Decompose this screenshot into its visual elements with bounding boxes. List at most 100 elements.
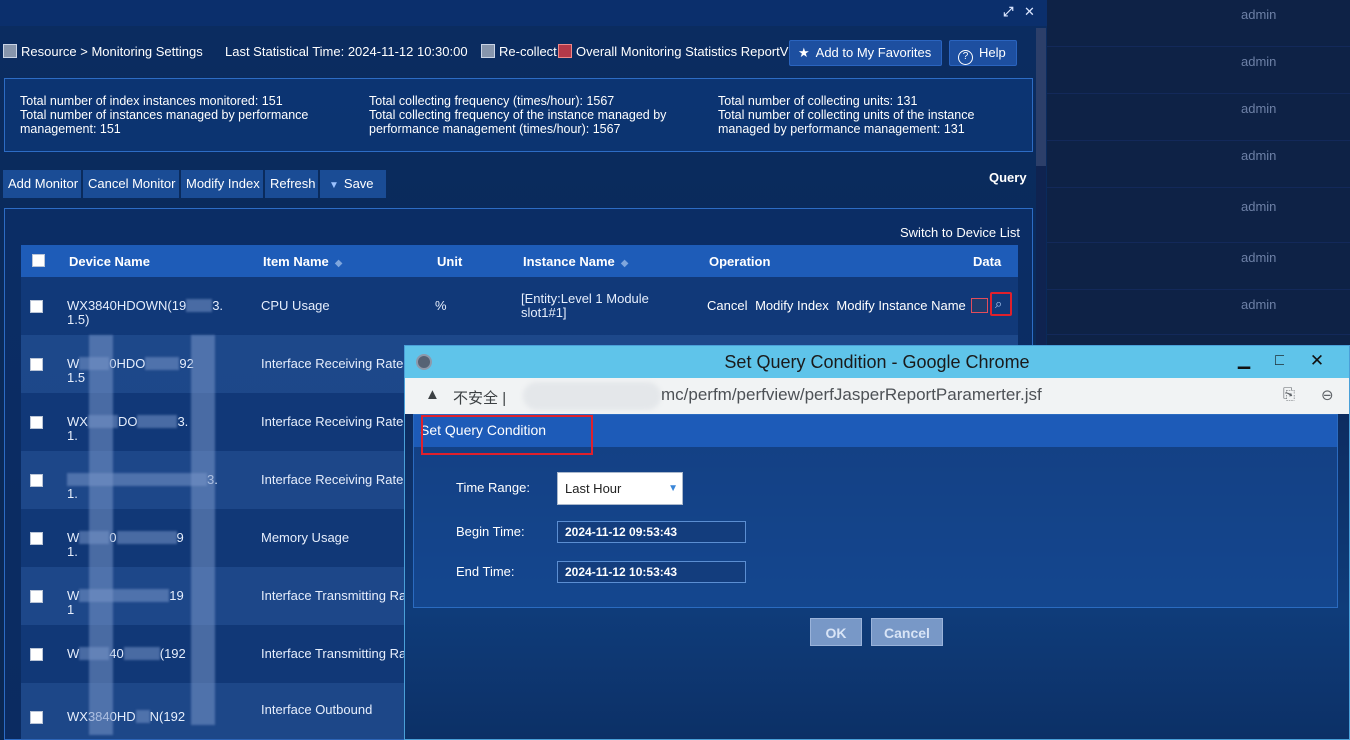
stats-column-2: Total collecting frequency (times/hour):…	[369, 94, 669, 136]
add-monitor-button[interactable]: Add Monitor	[3, 170, 81, 198]
end-time-label: End Time:	[456, 564, 515, 579]
device-name-part: WX	[67, 414, 88, 429]
cancel-link[interactable]: Cancel	[707, 298, 747, 313]
item-name: Interface Transmitting Rat	[261, 588, 410, 603]
header-unit: Unit	[437, 254, 463, 269]
modify-index-button[interactable]: Modify Index	[181, 170, 263, 198]
resource-icon	[3, 44, 17, 58]
ok-button[interactable]: OK	[810, 618, 862, 646]
device-name-part: WX3840HDOWN(19	[67, 298, 187, 313]
device-name-part: W	[67, 356, 80, 371]
redacted-block	[89, 335, 113, 735]
help-button[interactable]: ? Help	[949, 40, 1017, 66]
address-url[interactable]: mc/perfm/perfview/perfJasperReportParame…	[661, 385, 1042, 405]
header-instance-name[interactable]: Instance Name ◆	[523, 254, 628, 269]
header-data: Data	[973, 254, 1002, 269]
cancel-button[interactable]: Cancel	[871, 618, 943, 646]
device-name-part: 1.	[67, 486, 78, 501]
query-button[interactable]: Query	[989, 170, 1027, 185]
highlight-box	[421, 415, 593, 455]
scrollbar-thumb[interactable]	[1036, 28, 1046, 166]
row-checkbox[interactable]	[30, 300, 43, 313]
redacted-block	[145, 357, 180, 370]
chart-icon[interactable]	[971, 298, 988, 313]
device-name-part: W	[67, 646, 80, 661]
sort-icon: ◆	[334, 258, 343, 269]
row-checkbox[interactable]	[30, 416, 43, 429]
popout-icon[interactable]: ⤢	[1003, 4, 1013, 20]
device-name: WX3840HDN(192	[67, 710, 185, 724]
row-checkbox[interactable]	[30, 590, 43, 603]
device-name-part: 3.	[177, 414, 189, 429]
close-icon[interactable]: ✕	[1284, 346, 1349, 378]
sort-icon: ◆	[620, 258, 629, 269]
report-button[interactable]: Overall Monitoring Statistics ReportV2	[558, 44, 796, 59]
device-name-part: W	[67, 588, 80, 603]
table-row: WX3840HDOWN(19 3. 1.5) CPU Usage % [Entity…	[21, 277, 1018, 335]
switch-device-list-link[interactable]: Switch to Device List	[900, 225, 1020, 240]
row-checkbox[interactable]	[30, 532, 43, 545]
report-label: Overall Monitoring Statistics ReportV2	[576, 44, 796, 59]
redacted-block	[186, 299, 213, 312]
device-name: W 19 1	[67, 589, 184, 617]
row-checkbox[interactable]	[30, 711, 43, 724]
background-user: admin	[1241, 297, 1277, 312]
header-item-name[interactable]: Item Name ◆	[263, 254, 342, 269]
report-chart-icon	[558, 44, 572, 58]
device-name-part: N(192	[149, 709, 186, 724]
refresh-button[interactable]: Refresh	[265, 170, 318, 198]
modify-index-link[interactable]: Modify Index	[755, 298, 829, 313]
chevron-down-icon: ▼	[329, 180, 339, 191]
recollect-icon	[481, 44, 495, 58]
device-name: W 0HDO 92 1.5	[67, 357, 194, 385]
insecure-text: 不安全	[453, 390, 499, 407]
select-all-checkbox[interactable]	[32, 254, 45, 267]
warning-icon: ▲	[425, 386, 440, 403]
recollect-button[interactable]: Re-collect	[481, 44, 557, 59]
stat-text: performance management (times/hour): 156…	[369, 122, 621, 136]
row-checkbox[interactable]	[30, 358, 43, 371]
end-time-input[interactable]: 2024-11-12 10:53:43	[557, 561, 746, 583]
row-checkbox[interactable]	[30, 474, 43, 487]
stats-column-3: Total number of collecting units: 131 To…	[718, 94, 1018, 136]
device-name-part: 19	[169, 588, 184, 603]
item-name: Memory Usage	[261, 530, 350, 545]
add-favorites-button[interactable]: ★ Add to My Favorites	[789, 40, 943, 66]
close-icon[interactable]: ✕	[1024, 4, 1035, 20]
stat-text: Total number of collecting units of the …	[718, 108, 975, 122]
unit: %	[435, 298, 447, 313]
query-data-icon[interactable]: ⌕	[990, 292, 1012, 316]
header-operation: Operation	[709, 254, 771, 269]
header-item-label: Item Name	[263, 254, 329, 269]
insecure-label: 不安全 |	[453, 387, 506, 408]
save-button[interactable]: ▼ Save	[320, 170, 386, 198]
stat-text: managed by performance management: 131	[718, 122, 965, 136]
background-row: admin	[1047, 192, 1350, 243]
time-range-label: Time Range:	[456, 480, 530, 495]
instance-name-part: [Entity:Level 1 Module	[521, 291, 649, 306]
device-name-part: 1.	[67, 428, 78, 443]
background-row: admin	[1047, 141, 1350, 188]
cancel-monitor-button[interactable]: Cancel Monitor	[83, 170, 179, 198]
item-name: Interface Transmitting Rat	[261, 646, 410, 661]
address-bar[interactable]: ▲ 不安全 | mc/perfm/perfview/perfJasperRepo…	[405, 378, 1349, 414]
zoom-icon[interactable]: ⊖	[1321, 386, 1334, 404]
translate-icon[interactable]: ⎘	[1283, 386, 1295, 403]
statistics-summary: Total number of index instances monitore…	[4, 78, 1033, 152]
time-range-select[interactable]: Last Hour ▼	[557, 472, 683, 505]
magnifier-icon: ⌕	[995, 296, 1003, 311]
background-user: admin	[1241, 54, 1277, 69]
background-user: admin	[1241, 148, 1277, 163]
minimize-icon[interactable]: ▁	[1229, 346, 1259, 378]
device-name-part: 9	[176, 530, 184, 545]
begin-time-input[interactable]: 2024-11-12 09:53:43	[557, 521, 746, 543]
begin-time-label: Begin Time:	[456, 524, 525, 539]
modify-instance-name-link[interactable]: Modify Instance Name	[836, 298, 965, 313]
stats-column-1: Total number of index instances monitore…	[20, 94, 320, 136]
item-name: Interface Receiving Rate	[261, 356, 404, 371]
row-checkbox[interactable]	[30, 648, 43, 661]
header-device-name[interactable]: Device Name	[69, 254, 150, 269]
device-name: WX DO 3. 1.	[67, 415, 188, 443]
last-statistical-time: Last Statistical Time: 2024-11-12 10:30:…	[225, 44, 468, 59]
background-row: admin	[1047, 290, 1350, 335]
